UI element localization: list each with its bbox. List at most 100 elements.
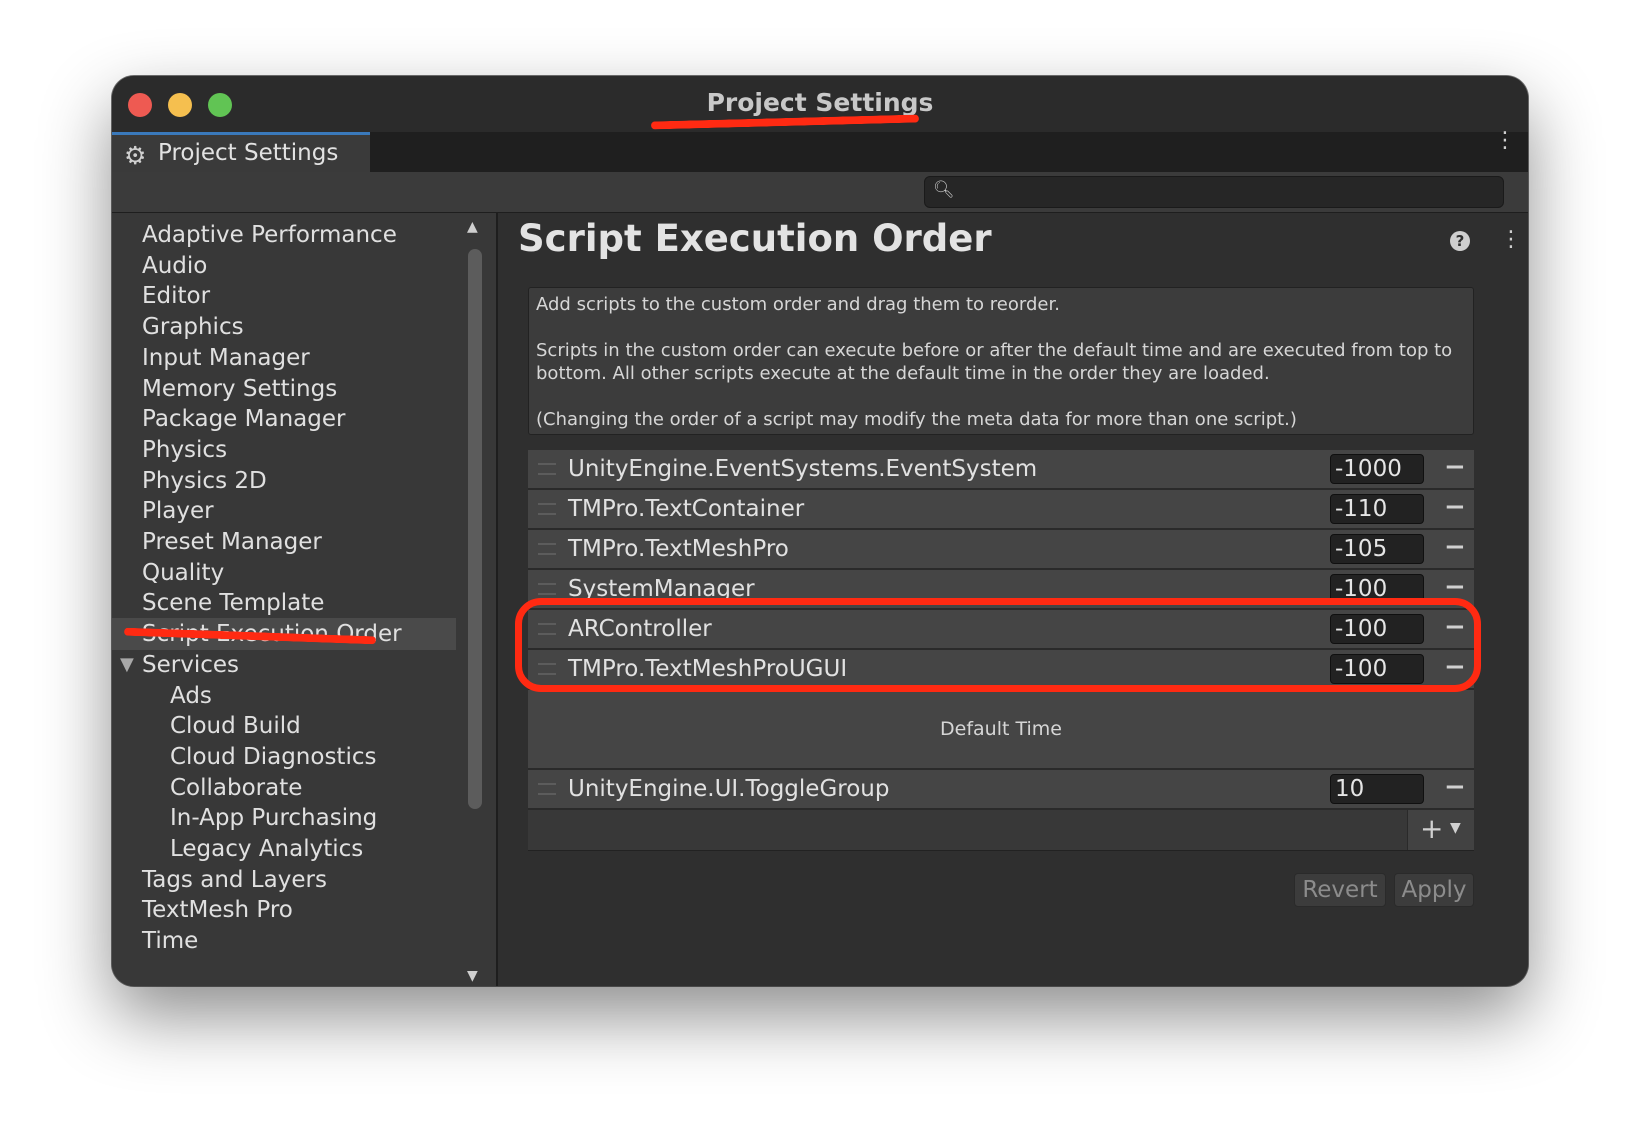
sidebar-item[interactable]: Graphics — [112, 311, 456, 343]
sidebar-item[interactable]: ▼ Services — [112, 649, 456, 681]
remove-icon[interactable]: − — [1444, 452, 1466, 482]
sidebar-item-label: Package Manager — [142, 406, 346, 433]
window-title: Project Settings — [706, 88, 934, 117]
sidebar-item-label: Quality — [142, 559, 225, 586]
sidebar-item-label: Adaptive Performance — [142, 222, 397, 248]
script-row[interactable]: UnityEngine.EventSystems.EventSystem -10… — [528, 450, 1474, 490]
sidebar-item-label: Ads — [170, 682, 212, 709]
sidebar-item[interactable]: Time — [112, 925, 456, 957]
drag-handle-icon[interactable] — [538, 663, 556, 675]
sidebar-item[interactable]: Input Manager — [112, 342, 456, 374]
sidebar-item-label: Script Execution Order — [142, 621, 402, 648]
search-bar: 🔍︎ — [112, 172, 1528, 213]
sidebar-item[interactable]: Preset Manager — [112, 526, 456, 558]
sidebar-item-label: In-App Purchasing — [170, 805, 378, 832]
script-name: TMPro.TextMeshPro — [568, 536, 789, 562]
execution-order-field[interactable]: -100 — [1330, 614, 1424, 644]
sidebar-item-label: Cloud Diagnostics — [170, 743, 377, 770]
sidebar-item-label: Input Manager — [142, 344, 310, 371]
sidebar-item-label: Scene Template — [142, 590, 325, 617]
execution-order-field[interactable]: -110 — [1330, 494, 1424, 524]
execution-order-field[interactable]: 10 — [1330, 774, 1424, 804]
sidebar-item-label: Legacy Analytics — [170, 836, 364, 862]
execution-order-field[interactable]: -105 — [1330, 534, 1424, 564]
search-icon: 🔍︎ — [933, 180, 955, 200]
drag-handle-icon[interactable] — [538, 503, 556, 515]
sidebar-item-label: Time — [142, 928, 199, 955]
list-footer: + ▼ — [528, 810, 1474, 851]
drag-handle-icon[interactable] — [538, 583, 556, 595]
sidebar-item[interactable]: Ads — [112, 680, 456, 712]
remove-icon[interactable]: − — [1444, 572, 1466, 602]
sidebar-item[interactable]: Package Manager — [112, 403, 456, 435]
sidebar-item[interactable]: Memory Settings — [112, 373, 456, 405]
remove-icon[interactable]: − — [1444, 532, 1466, 562]
drag-handle-icon[interactable] — [538, 463, 556, 475]
drag-handle-icon[interactable] — [538, 543, 556, 555]
apply-button[interactable]: Apply — [1394, 873, 1474, 907]
sidebar-item-label: Preset Manager — [142, 529, 322, 555]
sidebar-item-label: Collaborate — [170, 774, 303, 801]
remove-icon[interactable]: − — [1444, 492, 1466, 522]
script-name: TMPro.TextContainer — [568, 496, 805, 522]
script-row[interactable]: UnityEngine.UI.ToggleGroup 10 − — [528, 770, 1474, 810]
expand-arrow-icon[interactable]: ▼ — [120, 649, 134, 681]
sidebar-item[interactable]: Physics — [112, 434, 456, 466]
sidebar-item[interactable]: TextMesh Pro — [112, 894, 456, 926]
scroll-down-arrow-icon[interactable]: ▼ — [467, 968, 478, 984]
sidebar-item[interactable]: Quality — [112, 557, 456, 589]
script-name: TMPro.TextMeshProUGUI — [568, 656, 848, 682]
search-input[interactable]: 🔍︎ — [924, 176, 1504, 208]
kebab-menu-icon[interactable]: ⋮ — [1494, 130, 1516, 152]
remove-icon[interactable]: − — [1444, 612, 1466, 642]
sidebar-item[interactable]: Scene Template — [112, 587, 456, 619]
sidebar-item[interactable]: Legacy Analytics — [112, 833, 456, 865]
execution-order-field[interactable]: -1000 — [1330, 454, 1424, 484]
help-box: Add scripts to the custom order and drag… — [528, 287, 1474, 435]
default-time-separator: Default Time — [528, 690, 1474, 770]
remove-icon[interactable]: − — [1444, 652, 1466, 682]
add-script-control[interactable]: + ▼ — [1407, 810, 1474, 850]
dropdown-arrow-icon[interactable]: ▼ — [1450, 820, 1461, 836]
sidebar-item-label: Cloud Build — [170, 713, 301, 740]
settings-main-panel: Script Execution Order ? ⋮ Add scripts t… — [498, 213, 1528, 986]
sidebar-item-label: Physics — [142, 436, 228, 463]
sidebar-item[interactable]: Editor — [112, 280, 456, 312]
sidebar-item[interactable]: Audio — [112, 250, 456, 282]
sidebar-item[interactable]: Cloud Build — [112, 710, 456, 742]
execution-order-field[interactable]: -100 — [1330, 654, 1424, 684]
settings-sidebar: Adaptive Performance Audio Editor Graphics I… — [112, 213, 496, 986]
sidebar-item[interactable]: In-App Purchasing — [112, 802, 456, 834]
scroll-up-arrow-icon[interactable]: ▲ — [467, 219, 478, 235]
script-row-partially-hidden[interactable]: SystemManager -100 − — [528, 570, 1474, 610]
scroll-thumb[interactable] — [468, 249, 482, 809]
sidebar-item[interactable]: Physics 2D — [112, 465, 456, 497]
sidebar-item[interactable]: Cloud Diagnostics — [112, 741, 456, 773]
page-title: Script Execution Order — [518, 217, 992, 260]
sidebar-item[interactable]: Player — [112, 495, 456, 527]
execution-order-field[interactable]: -100 — [1330, 574, 1424, 604]
script-row-partially-hidden[interactable]: TMPro.TextMeshProUGUI -100 − — [528, 650, 1474, 690]
help-text-line: Scripts in the custom order can execute … — [536, 340, 1453, 384]
plus-icon[interactable]: + — [1420, 812, 1443, 845]
sidebar-item-label: Services — [142, 651, 239, 678]
sidebar-item[interactable]: Script Execution Order — [112, 618, 456, 651]
settings-menu-icon[interactable]: ⋮ — [1500, 227, 1522, 252]
drag-handle-icon[interactable] — [538, 783, 556, 795]
sidebar-item[interactable]: Adaptive Performance — [112, 219, 456, 251]
sidebar-item[interactable]: Tags and Layers — [112, 864, 456, 896]
script-row[interactable]: TMPro.TextMeshPro -105 − — [528, 530, 1474, 570]
sidebar-item-label: Graphics — [142, 314, 244, 341]
script-row-highlighted[interactable]: ARController -100 − — [528, 610, 1474, 650]
help-icon[interactable]: ? — [1450, 231, 1470, 251]
remove-icon[interactable]: − — [1444, 772, 1466, 802]
sidebar-scrollbar[interactable]: ▲ ▼ — [460, 213, 490, 986]
drag-handle-icon[interactable] — [538, 623, 556, 635]
sidebar-item-label: Audio — [142, 252, 208, 279]
sidebar-item-label: TextMesh Pro — [142, 897, 293, 924]
revert-button[interactable]: Revert — [1294, 873, 1386, 907]
sidebar-item[interactable]: Collaborate — [112, 772, 456, 804]
tab-project-settings[interactable]: ⚙ Project Settings — [112, 132, 370, 172]
tab-label: Project Settings — [158, 140, 339, 166]
script-row[interactable]: TMPro.TextContainer -110 − — [528, 490, 1474, 530]
